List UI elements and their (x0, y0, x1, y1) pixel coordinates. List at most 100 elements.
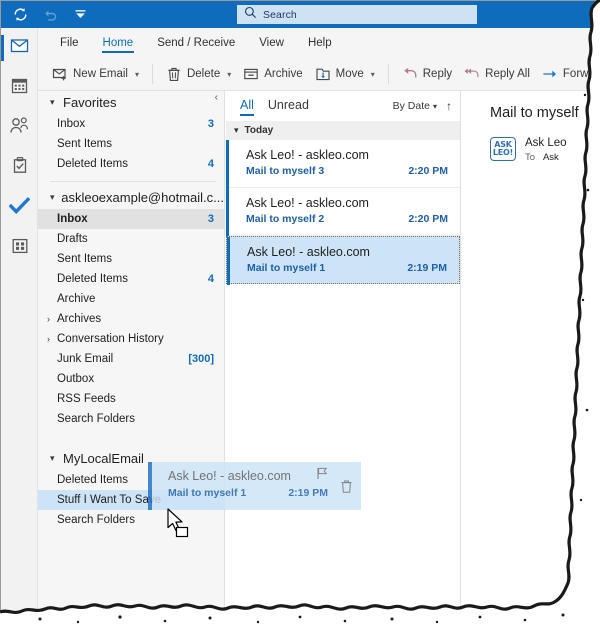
tab-view[interactable]: View (247, 31, 296, 55)
reading-pane-sender-block: ASK LEO! Ask Leo To Ask (462, 121, 600, 163)
folder-item-outbox[interactable]: Outbox (38, 369, 224, 389)
unread-indicator-bar (226, 140, 229, 188)
chevron-down-icon[interactable]: ▾ (135, 70, 139, 79)
chevron-right-icon[interactable]: › (47, 334, 50, 344)
sort-by-dropdown[interactable]: By Date ▾ (393, 100, 437, 112)
people-icon (9, 116, 30, 140)
nav-people[interactable] (1, 108, 38, 148)
message-list-item[interactable]: Ask Leo! - askleo.com Mail to myself 3 2… (226, 140, 460, 188)
tab-home[interactable]: Home (91, 31, 146, 55)
filter-all[interactable]: All (240, 98, 254, 116)
to-value: Ask (542, 152, 559, 163)
archive-button[interactable]: Archive (237, 63, 308, 85)
navigation-rail (1, 28, 38, 626)
new-email-icon (52, 66, 68, 82)
delete-label: Delete (186, 68, 221, 80)
folder-label: Deleted Items (57, 158, 128, 170)
folder-pane: ‹ ▾ Favorites Inbox 3 Sent Items Deleted… (38, 91, 225, 626)
forward-label: Forward (562, 68, 600, 80)
chevron-down-icon[interactable]: ▾ (371, 70, 375, 79)
message-subject: Mail to myself 3 (246, 165, 325, 177)
reply-button[interactable]: Reply (396, 63, 458, 85)
folder-count: 3 (207, 213, 214, 225)
chevron-right-icon[interactable]: › (47, 314, 50, 324)
nav-tasks[interactable] (1, 148, 38, 188)
message-sender: Ask Leo! - askleo.com (246, 148, 369, 162)
folder-item-sent-items[interactable]: Sent Items (38, 249, 224, 269)
to-label: To (525, 152, 536, 163)
message-subject: Mail to myself 2 (246, 213, 325, 225)
message-group-header-today[interactable]: ▾ Today (226, 121, 460, 140)
message-subject: Mail to myself 1 (247, 262, 326, 274)
ribbon-separator (387, 64, 389, 84)
chevron-down-icon: ▾ (234, 125, 239, 135)
nav-calendar[interactable] (1, 68, 38, 108)
window-border-top (0, 0, 600, 1)
move-button[interactable]: Move ▾ (309, 63, 381, 85)
folder-group-label: askleoexample@hotmail.c... (61, 190, 224, 205)
folder-item-drafts[interactable]: Drafts (38, 229, 224, 249)
folder-label: Inbox (57, 213, 88, 225)
folder-item-conversation-history[interactable]: › Conversation History (38, 329, 224, 349)
message-list-item[interactable]: Ask Leo! - askleo.com Mail to myself 2 2… (226, 188, 460, 236)
sort-by-label: By Date (392, 100, 430, 112)
nav-mail[interactable] (1, 28, 38, 68)
folder-label: Archives (57, 313, 102, 325)
folder-count: 3 (207, 118, 214, 130)
forward-button[interactable]: Forward (536, 63, 600, 85)
nav-todo[interactable] (1, 188, 38, 228)
folder-item-favorites-inbox[interactable]: Inbox 3 (38, 114, 224, 134)
folder-item-favorites-deleted-items[interactable]: Deleted Items 4 (38, 154, 224, 174)
send-receive-all-icon[interactable] (11, 5, 29, 23)
reply-all-button[interactable]: Reply All (458, 63, 536, 85)
folder-item-rss-feeds[interactable]: RSS Feeds (38, 389, 224, 409)
folder-label: RSS Feeds (57, 393, 116, 405)
folder-group-favorites[interactable]: ▾ Favorites (38, 91, 224, 114)
sort-controls: By Date ▾ ↑ (393, 99, 452, 113)
folder-label: Archive (57, 293, 96, 305)
delete-button[interactable]: Delete ▾ (160, 63, 237, 85)
message-time: 2:20 PM (408, 165, 448, 177)
chevron-down-icon[interactable]: ▾ (227, 70, 231, 79)
folder-label: Sent Items (57, 138, 112, 150)
customize-quick-access-toolbar-icon[interactable] (71, 5, 89, 23)
folder-item-archives[interactable]: › Archives (38, 309, 224, 329)
chevron-down-icon: ▾ (50, 97, 55, 107)
folder-item-favorites-sent-items[interactable]: Sent Items (38, 134, 224, 154)
mail-icon (9, 35, 30, 61)
avatar: ASK LEO! (490, 137, 516, 161)
new-email-label: New Email (73, 68, 128, 80)
folder-group-account[interactable]: ▾ askleoexample@hotmail.c... (38, 186, 224, 209)
folder-item-search-folders[interactable]: Search Folders (38, 409, 224, 429)
message-time: 2:20 PM (408, 213, 448, 225)
folder-item-inbox[interactable]: Inbox 3 (38, 209, 224, 229)
new-email-button[interactable]: New Email ▾ (46, 63, 145, 85)
avatar-line-2: LEO! (492, 148, 514, 157)
flag-icon (316, 467, 328, 485)
folder-item-archive[interactable]: Archive (38, 289, 224, 309)
tasks-icon (11, 156, 29, 180)
mouse-cursor-drag (167, 508, 197, 545)
undo-icon[interactable] (41, 5, 59, 23)
message-time: 2:19 PM (407, 262, 447, 274)
message-list-pane: All Unread By Date ▾ ↑ ▾ Today Ask Leo! … (226, 91, 461, 626)
folder-group-label: Favorites (63, 95, 117, 110)
folder-item-deleted-items[interactable]: Deleted Items 4 (38, 269, 224, 289)
tab-file[interactable]: File (48, 31, 91, 55)
message-list-item-selected[interactable]: Ask Leo! - askleo.com Mail to myself 1 2… (226, 236, 460, 285)
folder-label: Search Folders (57, 413, 135, 425)
forward-icon (542, 66, 558, 82)
folder-label: Inbox (57, 118, 86, 130)
archive-icon (243, 66, 259, 82)
chevron-down-icon: ▾ (50, 453, 55, 463)
reading-pane: Mail to myself ASK LEO! Ask Leo To Ask (462, 91, 600, 626)
search-input[interactable]: Search (237, 5, 477, 24)
sort-direction-icon[interactable]: ↑ (446, 99, 452, 113)
filter-unread[interactable]: Unread (268, 98, 309, 115)
nav-more-apps[interactable] (1, 228, 38, 268)
apps-grid-icon (11, 237, 29, 260)
tab-send-receive[interactable]: Send / Receive (145, 31, 247, 55)
folder-item-junk-email[interactable]: Junk Email [300] (38, 349, 224, 369)
collapse-folder-pane-icon[interactable]: ‹ (215, 93, 218, 103)
tab-help[interactable]: Help (296, 31, 344, 55)
